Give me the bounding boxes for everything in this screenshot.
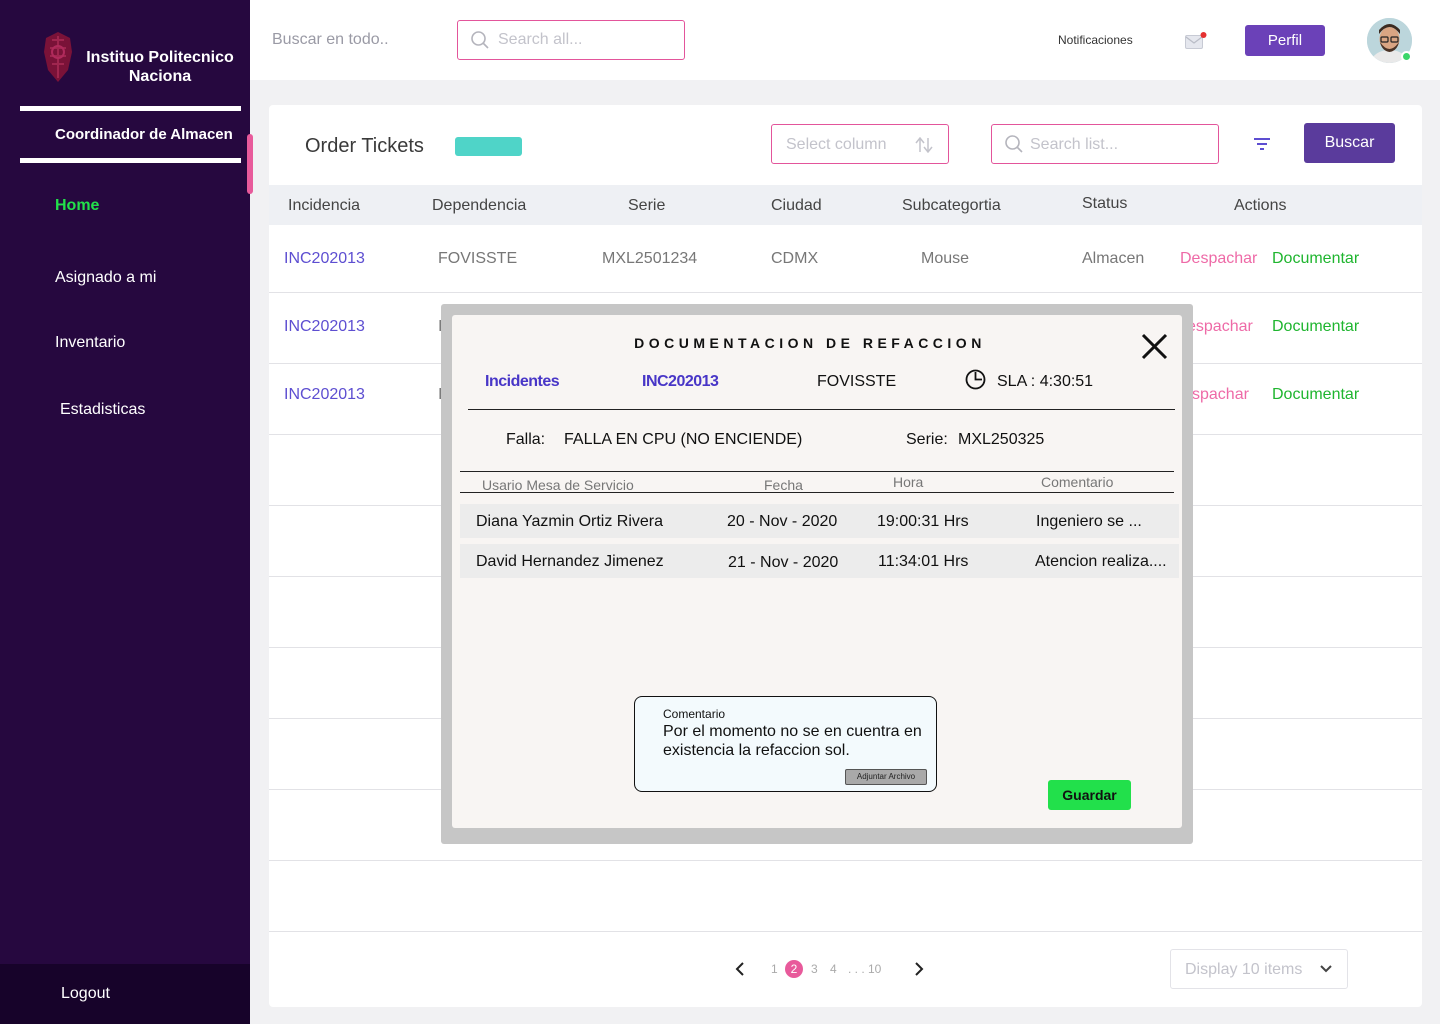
chevron-left-icon[interactable] [734,962,746,976]
despachar-link[interactable]: Despachar [1180,250,1257,268]
column-header[interactable]: Serie [628,197,665,215]
scroll-indicator[interactable] [247,134,253,194]
brand-name: Instituo Politecnico Naciona [86,49,234,85]
despachar-link[interactable]: espachar [1187,318,1253,336]
table-cell: FOVISSTE [438,250,518,267]
page-4[interactable]: 4 [830,962,837,976]
table-cell: MXL2501234 [602,250,698,267]
column-header[interactable]: Subcategortia [902,197,1001,215]
filter-icon[interactable] [1252,136,1272,152]
items-per-page-value: Display 10 items [1185,961,1303,978]
sla-timer: SLA : 4:30:51 [997,373,1094,390]
falla-value: FALLA EN CPU (NO ENCIENDE) [564,431,803,448]
global-search-box[interactable] [457,20,685,60]
history-date: 20 - Nov - 2020 [727,513,838,530]
column-header: Actions [1234,197,1287,214]
modal-dependency: FOVISSTE [817,373,897,390]
global-search-hint: Buscar en todo.. [272,31,389,48]
attach-file-button[interactable]: Adjuntar Archivo [845,769,927,785]
comment-label: Comentario [663,707,726,721]
page-10[interactable]: . . . 10 [848,962,881,976]
column-header[interactable]: Status [1082,195,1127,213]
documentar-link[interactable]: Documentar [1272,386,1359,404]
user-role: Coordinador de Almacen [55,126,233,143]
column-header[interactable]: Dependencia [432,197,526,215]
despachar-link[interactable]: spachar [1192,386,1249,404]
serie-value: MXL250325 [958,431,1045,448]
history-user: Diana Yazmin Ortiz Rivera [476,513,664,530]
table-cell: Mouse [921,250,970,267]
history-date: 21 - Nov - 2020 [728,554,839,571]
documentar-link[interactable]: Documentar [1272,318,1359,336]
divider [20,106,241,111]
incident-link[interactable]: INC202013 [284,318,365,336]
search-icon [1005,135,1023,153]
table-cell: CDMX [771,250,819,267]
nav-item-estadisticas[interactable]: Estadisticas [60,401,145,419]
falla-label: Falla: [506,431,546,448]
save-button[interactable]: Guardar [1048,780,1131,810]
column-header[interactable]: Incidencia [288,197,360,215]
serie-label: Serie: [906,431,948,448]
divider [460,471,1174,472]
list-search-input[interactable] [1030,134,1210,156]
modal-column-header: Fecha [764,477,803,493]
divider [20,158,241,163]
sort-icon [915,137,933,153]
page-3[interactable]: 3 [811,962,818,976]
count-badge [455,137,522,156]
history-time: 19:00:31 Hrs [877,513,969,530]
clock-icon [965,369,986,390]
row-divider [269,931,1422,932]
nav-item-asignado[interactable]: Asignado a mi [55,269,156,287]
logout-bar [0,964,250,1024]
divider [468,409,1175,410]
table-cell: Almacen [1082,250,1145,267]
modal-title: DOCUMENTACION DE REFACCION [634,335,986,351]
items-per-page-select[interactable]: Display 10 items [1170,949,1348,989]
modal-section-label: Incidentes [485,373,560,390]
search-button[interactable]: Buscar [1304,123,1395,163]
chevron-down-icon [1320,965,1332,973]
page-1[interactable]: 1 [771,962,778,976]
incident-link[interactable]: INC202013 [284,250,365,268]
profile-button[interactable]: Perfil [1245,25,1325,56]
divider [460,492,1174,493]
online-status-dot [1401,51,1412,62]
select-column-placeholder: Select column [786,136,887,153]
history-comment: Atencion realiza.... [1035,553,1167,570]
row-divider [269,860,1422,861]
history-user: David Hernandez Jimenez [476,553,664,570]
sidebar [0,0,250,1024]
documentar-link[interactable]: Documentar [1272,250,1359,268]
ipn-logo [44,32,72,82]
modal-column-header: Comentario [1041,474,1114,490]
history-time: 11:34:01 Hrs [878,553,969,570]
mail-icon[interactable] [1185,32,1209,50]
nav-item-inventario[interactable]: Inventario [55,334,125,352]
page-2-active[interactable]: 2 [785,960,803,978]
list-search-box[interactable] [991,124,1219,164]
row-divider [269,292,1422,293]
logout-link[interactable]: Logout [61,985,110,1003]
select-column-dropdown[interactable]: Select column [771,124,949,164]
comment-text[interactable]: Por el momento no se en cuentra en exist… [663,722,928,760]
modal-column-header: Usario Mesa de Servicio [482,477,634,493]
chevron-right-icon[interactable] [913,962,925,976]
page-title: Order Tickets [305,135,424,157]
history-comment: Ingeniero se ... [1036,513,1142,530]
incident-link[interactable]: INC202013 [284,386,365,404]
modal-incident-number: INC202013 [642,373,719,390]
column-header[interactable]: Ciudad [771,197,822,215]
notifications-label[interactable]: Notificaciones [1058,33,1133,47]
search-icon [471,31,489,49]
close-icon[interactable] [1141,333,1168,360]
global-search-input[interactable] [498,29,678,51]
nav-item-home[interactable]: Home [55,197,99,215]
modal-column-header: Hora [893,474,924,490]
